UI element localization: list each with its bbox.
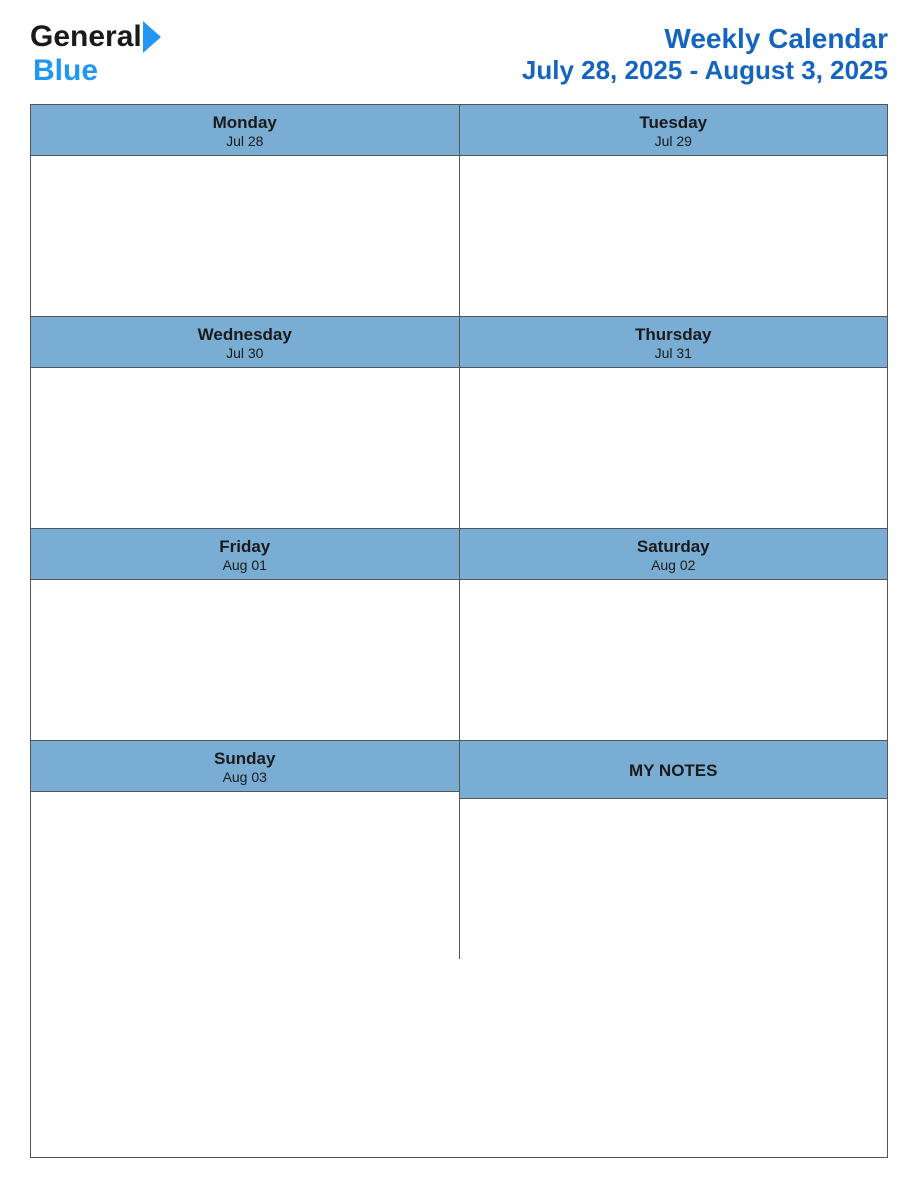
notes-cell: MY NOTES bbox=[460, 741, 888, 959]
thursday-cell: Thursday Jul 31 bbox=[460, 317, 888, 528]
friday-cell: Friday Aug 01 bbox=[31, 529, 460, 740]
saturday-date: Aug 02 bbox=[464, 557, 884, 573]
thursday-date: Jul 31 bbox=[464, 345, 884, 361]
monday-name: Monday bbox=[35, 113, 455, 133]
friday-date: Aug 01 bbox=[35, 557, 455, 573]
calendar-grid: Monday Jul 28 Tuesday Jul 29 Wednesday J… bbox=[30, 104, 888, 1158]
logo-general-text: General bbox=[30, 20, 142, 54]
sunday-date: Aug 03 bbox=[35, 769, 455, 785]
monday-date: Jul 28 bbox=[35, 133, 455, 149]
tuesday-date: Jul 29 bbox=[464, 133, 884, 149]
sunday-name: Sunday bbox=[35, 749, 455, 769]
wednesday-cell: Wednesday Jul 30 bbox=[31, 317, 460, 528]
thursday-name: Thursday bbox=[464, 325, 884, 345]
notes-content[interactable] bbox=[460, 799, 888, 959]
monday-content[interactable] bbox=[31, 156, 459, 316]
saturday-name: Saturday bbox=[464, 537, 884, 557]
notes-title: MY NOTES bbox=[629, 761, 717, 781]
wednesday-date: Jul 30 bbox=[35, 345, 455, 361]
wednesday-header: Wednesday Jul 30 bbox=[31, 317, 459, 368]
calendar-row-1: Monday Jul 28 Tuesday Jul 29 bbox=[31, 105, 887, 317]
page-header: General Blue Weekly Calendar July 28, 20… bbox=[30, 20, 888, 88]
sunday-cell: Sunday Aug 03 bbox=[31, 741, 460, 959]
calendar-title: Weekly Calendar bbox=[522, 23, 888, 55]
notes-header: MY NOTES bbox=[460, 741, 888, 799]
friday-content[interactable] bbox=[31, 580, 459, 740]
sunday-header: Sunday Aug 03 bbox=[31, 741, 459, 792]
wednesday-content[interactable] bbox=[31, 368, 459, 528]
logo: General Blue bbox=[30, 20, 161, 88]
tuesday-name: Tuesday bbox=[464, 113, 884, 133]
saturday-header: Saturday Aug 02 bbox=[460, 529, 888, 580]
logo-arrow-icon bbox=[143, 21, 161, 53]
calendar-row-4: Sunday Aug 03 MY NOTES bbox=[31, 741, 887, 959]
calendar-title-block: Weekly Calendar July 28, 2025 - August 3… bbox=[522, 23, 888, 86]
friday-header: Friday Aug 01 bbox=[31, 529, 459, 580]
calendar-date-range: July 28, 2025 - August 3, 2025 bbox=[522, 55, 888, 86]
calendar-row-2: Wednesday Jul 30 Thursday Jul 31 bbox=[31, 317, 887, 529]
monday-header: Monday Jul 28 bbox=[31, 105, 459, 156]
wednesday-name: Wednesday bbox=[35, 325, 455, 345]
sunday-content[interactable] bbox=[31, 792, 459, 952]
tuesday-header: Tuesday Jul 29 bbox=[460, 105, 888, 156]
logo-blue-text: Blue bbox=[33, 54, 98, 88]
thursday-content[interactable] bbox=[460, 368, 888, 528]
saturday-content[interactable] bbox=[460, 580, 888, 740]
tuesday-cell: Tuesday Jul 29 bbox=[460, 105, 888, 316]
tuesday-content[interactable] bbox=[460, 156, 888, 316]
monday-cell: Monday Jul 28 bbox=[31, 105, 460, 316]
saturday-cell: Saturday Aug 02 bbox=[460, 529, 888, 740]
calendar-row-3: Friday Aug 01 Saturday Aug 02 bbox=[31, 529, 887, 741]
friday-name: Friday bbox=[35, 537, 455, 557]
thursday-header: Thursday Jul 31 bbox=[460, 317, 888, 368]
